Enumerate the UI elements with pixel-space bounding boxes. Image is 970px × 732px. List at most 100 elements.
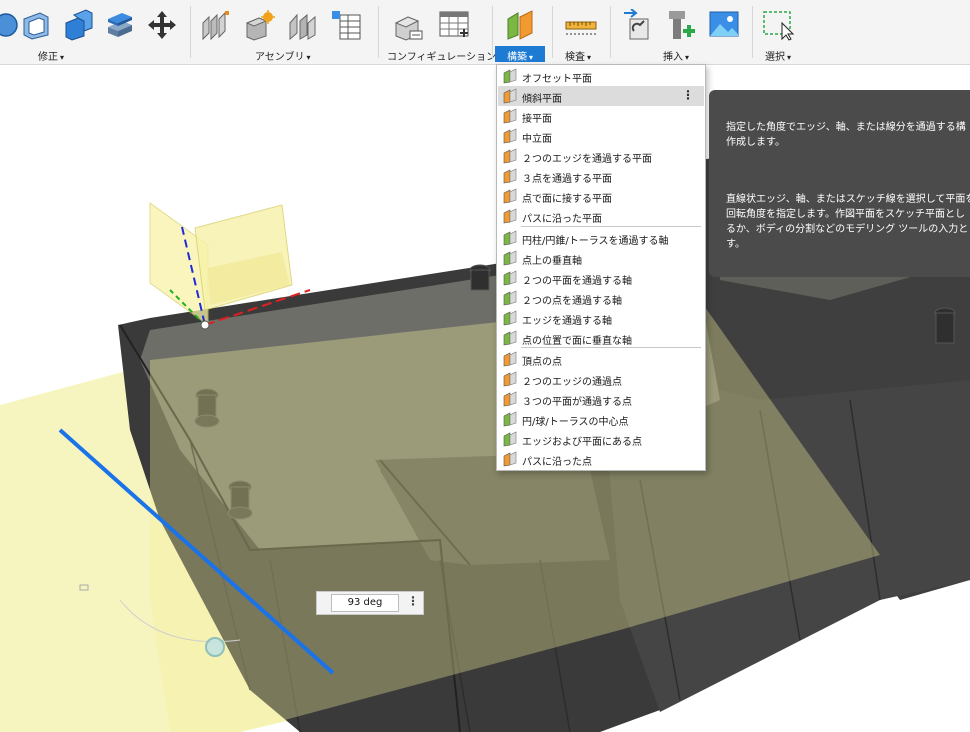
menu-item-label: 中立面: [522, 134, 552, 145]
toolbar-divider: [552, 6, 553, 58]
menu-item-label: パスに沿った平面: [522, 214, 602, 225]
toolbar-divider: [610, 6, 611, 58]
menu-item[interactable]: パスに沿った点: [498, 449, 704, 469]
toolbar-divider: [492, 6, 493, 58]
axis-through-two-planes-icon: [503, 270, 517, 286]
group-modify[interactable]: 修正 ▾: [38, 48, 64, 63]
axis-through-two-points-icon: [503, 290, 517, 306]
move-copy-icon[interactable]: [146, 9, 178, 41]
more-options-icon[interactable]: ⋮: [407, 594, 419, 608]
more-options-icon[interactable]: ⋮: [682, 88, 694, 102]
menu-item[interactable]: 点の位置で面に垂直な軸: [498, 328, 704, 348]
chevron-down-icon: ▾: [60, 53, 65, 62]
chevron-down-icon: ▾: [787, 53, 792, 62]
offset-plane-icon: [503, 68, 517, 84]
menu-item[interactable]: 中立面: [498, 126, 704, 146]
configure-model-icon[interactable]: [392, 9, 424, 41]
point-through-two-edges-icon: [503, 371, 517, 387]
origin-point[interactable]: [200, 320, 210, 330]
scale-icon[interactable]: [104, 9, 136, 41]
menu-item[interactable]: 円/球/トーラスの中心点: [498, 409, 704, 429]
menu-item[interactable]: ２つの点を通過する軸: [498, 288, 704, 308]
angle-input[interactable]: 93 deg: [331, 594, 399, 612]
bill-of-materials-icon[interactable]: [330, 9, 362, 41]
configuration-table-icon[interactable]: [438, 9, 470, 41]
select-icon[interactable]: [762, 9, 794, 41]
group-configuration[interactable]: コンフィギュレーション▾: [387, 48, 502, 63]
menu-item[interactable]: ２つのエッジを通過する平面: [498, 146, 704, 166]
group-assemble-label: アセンブリ: [255, 52, 305, 63]
menu-item[interactable]: ２つのエッジの通過点: [498, 369, 704, 389]
plane-through-three-points-icon: [503, 168, 517, 184]
menu-item-label: ２つの平面を通過する軸: [522, 276, 632, 287]
angle-manipulator-handle[interactable]: [205, 637, 225, 657]
axis-through-edge-icon: [503, 310, 517, 326]
insert-canvas-icon[interactable]: [708, 9, 740, 41]
menu-item-label: 円/球/トーラスの中心点: [522, 417, 629, 428]
group-construct-label: 構築: [507, 52, 527, 63]
construct-menu: オフセット平面 傾斜平面 ⋮ 接平面中立面 ２つのエッジを通過する平面 ３点を通過する平面…: [496, 64, 706, 471]
menu-item[interactable]: ３点を通過する平面: [498, 166, 704, 186]
menu-item-label: 点の位置で面に垂直な軸: [522, 336, 632, 347]
menu-item-label: ２つの点を通過する軸: [522, 296, 622, 307]
measure-icon[interactable]: [565, 9, 597, 41]
tooltip-description: 指定した角度でエッジ、軸、または線分を通過する構 作成します。: [726, 122, 966, 148]
menu-separator: [521, 226, 701, 227]
menu-item[interactable]: ２つの平面を通過する軸: [498, 268, 704, 288]
combine-icon[interactable]: [62, 9, 94, 41]
menu-item[interactable]: 点上の垂直軸: [498, 248, 704, 268]
point-at-vertex-icon: [503, 351, 517, 367]
toolbar-divider: [190, 6, 191, 58]
menu-item[interactable]: 点で面に接する平面: [498, 186, 704, 206]
point-at-center-icon: [503, 411, 517, 427]
axis-perpendicular-at-point-icon: [503, 250, 517, 266]
plane-at-angle-icon: [503, 88, 517, 104]
construct-plane-icon[interactable]: [505, 9, 537, 41]
chevron-down-icon: ▾: [587, 53, 592, 62]
menu-item[interactable]: 頂点の点: [498, 349, 704, 369]
group-construct-active[interactable]: 構築 ▾: [495, 46, 545, 63]
fillet-icon[interactable]: [0, 9, 22, 41]
group-modify-label: 修正: [38, 52, 58, 63]
insert-mcmaster-icon[interactable]: [665, 9, 697, 41]
group-insert[interactable]: 挿入 ▾: [663, 48, 689, 63]
axis-perpendicular-to-face-icon: [503, 330, 517, 346]
command-tooltip: 指定した角度でエッジ、軸、または線分を通過する構 作成します。 直線状エッジ、軸…: [709, 90, 970, 277]
menu-item[interactable]: パスに沿った平面: [498, 206, 704, 226]
angle-input-panel: 93 deg ⋮: [316, 591, 424, 615]
menu-item[interactable]: 円柱/円錐/トーラスを通過する軸: [498, 228, 704, 248]
insert-derive-icon[interactable]: [622, 9, 654, 41]
midplane-icon: [503, 128, 517, 144]
menu-item-label: 円柱/円錐/トーラスを通過する軸: [522, 236, 669, 247]
joint-icon[interactable]: [244, 9, 276, 41]
tangent-plane-icon: [503, 108, 517, 124]
as-built-joint-icon[interactable]: [286, 9, 318, 41]
chevron-down-icon: ▾: [529, 53, 534, 62]
shell-icon[interactable]: [20, 9, 52, 41]
point-along-path-icon: [503, 451, 517, 467]
menu-item[interactable]: エッジを通過する軸: [498, 308, 704, 328]
group-assemble[interactable]: アセンブリ ▾: [255, 48, 311, 63]
menu-item-label: ３点を通過する平面: [522, 174, 612, 185]
menu-item[interactable]: エッジおよび平面にある点: [498, 429, 704, 449]
toolbar: 修正 ▾ アセンブリ ▾ コンフィギュレーション 構築 ▾ 検査 ▾ 挿入 ▾ …: [0, 0, 970, 65]
plane-tangent-at-point-icon: [503, 188, 517, 204]
point-through-three-planes-icon: [503, 391, 517, 407]
menu-item[interactable]: 接平面: [498, 106, 704, 126]
group-insert-label: 挿入: [663, 52, 683, 63]
menu-item[interactable]: ３つの平面が通過する点: [498, 389, 704, 409]
menu-item-label: 頂点の点: [522, 357, 562, 368]
menu-item-label: パスに沿った点: [522, 457, 592, 468]
group-inspect[interactable]: 検査 ▾: [565, 48, 591, 63]
menu-item-label: 点上の垂直軸: [522, 256, 582, 267]
toolbar-divider: [378, 6, 379, 58]
menu-item[interactable]: 傾斜平面 ⋮: [498, 86, 704, 106]
new-component-icon[interactable]: [200, 9, 232, 41]
group-select[interactable]: 選択 ▾: [765, 48, 791, 63]
menu-item-label: 接平面: [522, 114, 552, 125]
menu-item-label: エッジを通過する軸: [522, 316, 612, 327]
menu-item[interactable]: オフセット平面: [498, 66, 704, 86]
menu-item-label: エッジおよび平面にある点: [522, 437, 642, 448]
group-inspect-label: 検査: [565, 52, 585, 63]
tooltip-details: 直線状エッジ、軸、またはスケッチ線を選択して平面を 回転角度を指定します。作図平…: [726, 194, 970, 250]
